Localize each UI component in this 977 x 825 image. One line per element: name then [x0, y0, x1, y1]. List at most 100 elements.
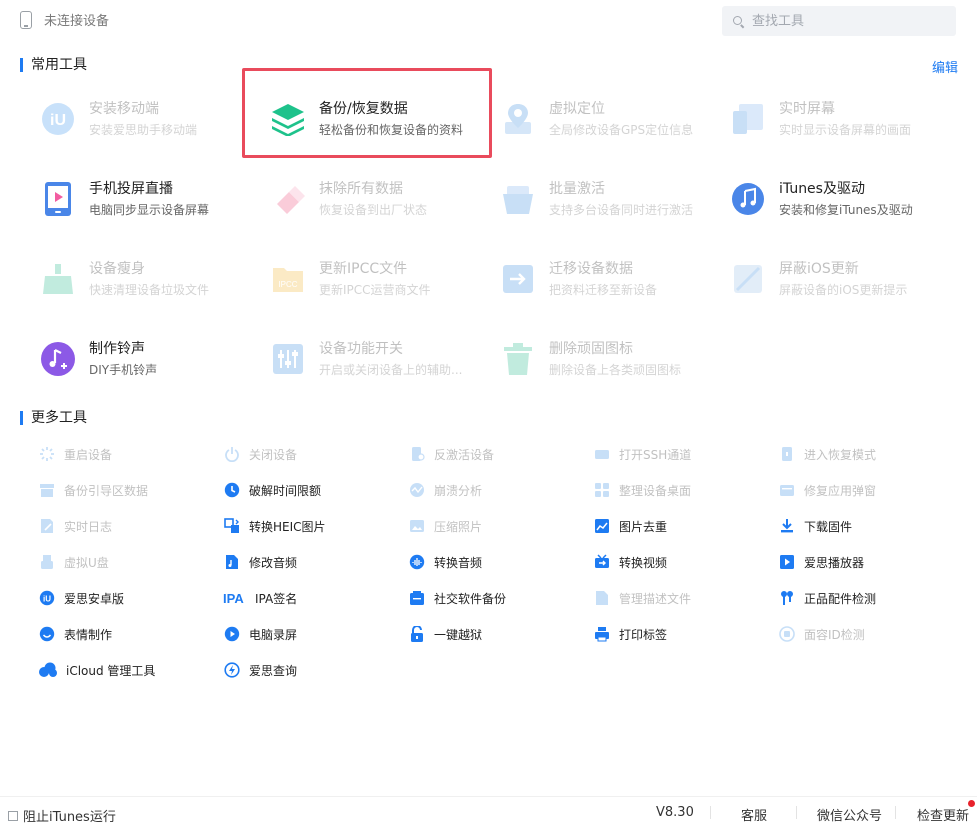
wechat-link[interactable]: 微信公众号	[817, 805, 882, 824]
edit-button[interactable]: 编辑	[932, 57, 958, 76]
tool-tile[interactable]: 批量激活 支持多台设备同时进行激活	[480, 169, 710, 229]
more-tool-label: 反激活设备	[434, 447, 495, 462]
block-itunes-checkbox[interactable]	[8, 810, 18, 821]
more-tool-item[interactable]: 社交软件备份	[408, 588, 506, 608]
search-input[interactable]	[750, 12, 944, 30]
tool-tile[interactable]: 屏蔽iOS更新 屏蔽设备的iOS更新提示	[710, 249, 940, 309]
search-icon	[733, 15, 744, 27]
more-tool-item[interactable]: 转换HEIC图片	[223, 516, 326, 536]
tool-tile[interactable]: 制作铃声 DIY手机铃声	[20, 329, 250, 389]
more-tool-item[interactable]: 修复应用弹窗	[778, 480, 876, 500]
tool-desc: 恢复设备到出厂状态	[319, 202, 428, 217]
tool-text: 设备功能开关 开启或关闭设备上的辅助...	[319, 340, 462, 379]
more-tool-item[interactable]: 转换音频	[408, 552, 482, 572]
tool-desc: 电脑同步显示设备屏幕	[89, 202, 210, 217]
tool-desc: 实时显示设备屏幕的画面	[779, 122, 912, 137]
more-tool-item[interactable]: 下载固件	[778, 516, 852, 536]
tool-tile[interactable]: iU 安装移动端安装爱思助手移动端	[20, 89, 250, 149]
tool-tile[interactable]: IPCC 更新IPCC文件 更新IPCC运营商文件	[250, 249, 480, 309]
tool-tile[interactable]: 抹除所有数据 恢复设备到出厂状态	[250, 169, 480, 229]
phone-icon	[20, 10, 32, 29]
device-status: 未连接设备	[20, 10, 109, 29]
aisi-app-icon: iU	[40, 101, 76, 137]
migrate-data-icon	[500, 261, 536, 297]
tool-text: iTunes及驱动 安装和修复iTunes及驱动	[779, 180, 913, 219]
more-tool-item[interactable]: 打印标签	[593, 624, 667, 644]
tool-desc: 安装和修复iTunes及驱动	[779, 202, 913, 217]
tool-desc: 安装爱思助手移动端	[89, 122, 198, 137]
tool-desc: DIY手机铃声	[89, 362, 158, 377]
more-tool-item[interactable]: 爱思播放器	[778, 552, 864, 572]
search-box[interactable]	[722, 6, 956, 36]
tool-tile[interactable]: 设备瘦身 快速清理设备垃圾文件	[20, 249, 250, 309]
tool-name: 批量激活	[549, 180, 605, 197]
more-tool-label: 转换视频	[619, 555, 668, 570]
tool-text: 屏蔽iOS更新 屏蔽设备的iOS更新提示	[779, 260, 907, 299]
tool-desc: 删除设备上各类顽固图标	[549, 362, 682, 377]
tool-tile[interactable]: 虚拟定位 全局修改设备GPS定位信息	[480, 89, 710, 149]
more-tool-item[interactable]: 图片去重	[593, 516, 667, 536]
more-tool-item[interactable]: iCloud 管理工具	[38, 660, 155, 680]
tool-text: 更新IPCC文件 更新IPCC运营商文件	[319, 260, 431, 299]
lightning-query-icon	[223, 661, 241, 679]
more-tool-label: 修复应用弹窗	[804, 483, 877, 498]
more-tool-label: 社交软件备份	[434, 591, 507, 606]
more-tool-item[interactable]: 备份引导区数据	[38, 480, 148, 500]
common-tools-title: 常用工具	[20, 58, 87, 72]
check-update-link[interactable]: 检查更新	[917, 805, 969, 824]
tool-tile[interactable]: 删除顽固图标 删除设备上各类顽固图标	[480, 329, 710, 389]
compress-photo-icon	[408, 517, 426, 535]
more-tool-item[interactable]: iU 爱思安卓版	[38, 588, 124, 608]
more-tool-item[interactable]: 虚拟U盘	[38, 552, 109, 572]
more-tool-item[interactable]: 反激活设备	[408, 444, 494, 464]
tool-tile[interactable]: 实时屏幕实时显示设备屏幕的画面	[710, 89, 940, 149]
audio-convert-icon	[408, 553, 426, 571]
tool-tile[interactable]: 设备功能开关 开启或关闭设备上的辅助...	[250, 329, 480, 389]
tool-name: 实时屏幕	[779, 100, 835, 117]
tool-tile[interactable]: iTunes及驱动 安装和修复iTunes及驱动	[710, 169, 940, 229]
more-tool-item[interactable]: 转换视频	[593, 552, 667, 572]
more-tool-item[interactable]: 打开SSH通道	[593, 444, 691, 464]
more-tool-label: iCloud 管理工具	[66, 663, 156, 678]
more-tool-item[interactable]: 表情制作	[38, 624, 112, 644]
more-tool-item[interactable]: IPA IPA签名	[223, 588, 297, 608]
player-icon	[778, 553, 796, 571]
tool-text: 安装移动端安装爱思助手移动端	[89, 100, 197, 139]
more-tool-item[interactable]: 修改音频	[223, 552, 297, 572]
block-itunes-label: 阻止iTunes运行	[23, 810, 116, 825]
more-tool-label: 图片去重	[619, 519, 668, 534]
more-tool-item[interactable]: 重启设备	[38, 444, 112, 464]
tool-tile[interactable]: 迁移设备数据 把资料迁移至新设备	[480, 249, 710, 309]
more-tool-item[interactable]: 关闭设备	[223, 444, 297, 464]
more-tool-label: 破解时间限额	[249, 483, 322, 498]
block-itunes-option[interactable]: 阻止iTunes运行	[8, 806, 116, 825]
grid-icon	[593, 481, 611, 499]
more-tool-item[interactable]: 压缩照片	[408, 516, 482, 536]
tool-name: 安装移动端	[89, 100, 159, 117]
more-tool-label: 管理描述文件	[619, 591, 692, 606]
svg-text:iU: iU	[43, 595, 51, 604]
more-tool-item[interactable]: 进入恢复模式	[778, 444, 876, 464]
more-tool-label: 下载固件	[804, 519, 853, 534]
support-link[interactable]: 客服	[741, 805, 767, 824]
more-tool-item[interactable]: 正品配件检测	[778, 588, 876, 608]
more-tool-item[interactable]: 整理设备桌面	[593, 480, 691, 500]
audio-file-icon	[223, 553, 241, 571]
more-tool-label: 一键越狱	[434, 627, 483, 642]
ssh-icon	[593, 445, 611, 463]
more-tool-item[interactable]: 管理描述文件	[593, 588, 691, 608]
deactivate-icon	[408, 445, 426, 463]
update-dot	[968, 800, 975, 807]
more-tool-item[interactable]: 实时日志	[38, 516, 112, 536]
more-tool-item[interactable]: 一键越狱	[408, 624, 482, 644]
more-tool-item[interactable]: 面容ID检测	[778, 624, 865, 644]
tool-desc: 屏蔽设备的iOS更新提示	[779, 282, 908, 297]
more-tool-item[interactable]: 爱思查询	[223, 660, 297, 680]
more-tool-item[interactable]: 破解时间限额	[223, 480, 321, 500]
tool-tile[interactable]: 手机投屏直播 电脑同步显示设备屏幕	[20, 169, 250, 229]
more-tool-item[interactable]: 电脑录屏	[223, 624, 297, 644]
smiley-icon	[38, 625, 56, 643]
more-tool-item[interactable]: 崩溃分析	[408, 480, 482, 500]
svg-text:IPA: IPA	[223, 591, 244, 605]
crash-analysis-icon	[408, 481, 426, 499]
